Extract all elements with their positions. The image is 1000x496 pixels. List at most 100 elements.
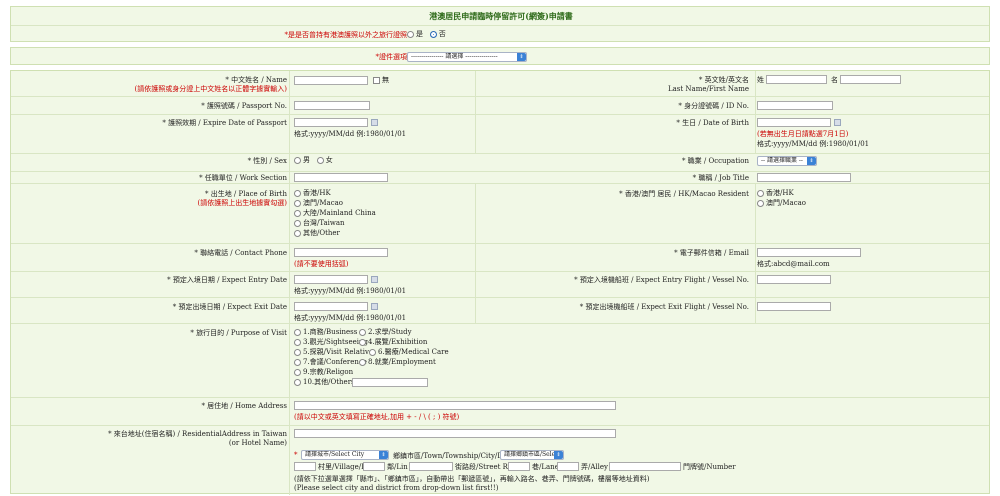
passport-no-radio[interactable] xyxy=(429,30,437,38)
dob-format: 格式:yyyy/MM/dd 例:1980/01/01 xyxy=(757,140,870,148)
entry-date-input[interactable] xyxy=(294,275,368,284)
lane-input[interactable] xyxy=(508,462,530,471)
purpose-option[interactable]: 3.觀光/Sightseeing xyxy=(294,338,368,347)
name-cn-input[interactable] xyxy=(294,76,368,85)
page-title: 港澳居民申請臨時停留許可(網簽)申請書 xyxy=(429,11,573,21)
purpose-option[interactable]: 6.醫療/Medical Care xyxy=(369,348,449,357)
category-panel: *證件選項 ---------------- 請選擇 -------------… xyxy=(10,47,990,65)
home-address-input[interactable] xyxy=(294,401,616,410)
entry-date-label: * 預定入境日期 / Expect Entry Date xyxy=(167,276,287,284)
given-name-input[interactable] xyxy=(840,75,901,84)
chevron-down-icon: ⇕ xyxy=(379,451,388,459)
calendar-icon[interactable] xyxy=(371,303,378,310)
address-note: (請依下拉選單選擇「縣市」、「鄉鎮市區」，自動帶出「郵遞區號」，再輸入路名、巷弄… xyxy=(294,475,650,483)
lin-label: 鄰/Lin xyxy=(387,463,408,471)
dob-input[interactable] xyxy=(757,118,831,127)
purpose-option[interactable]: 2.求學/Study xyxy=(359,328,412,337)
alley-label: 弄/Alley xyxy=(581,463,608,471)
home-address-label: * 居住地 / Home Address xyxy=(201,402,287,410)
purpose-label: * 旅行目的 / Purpose of Visit xyxy=(190,329,287,337)
pob-note: (請依護照上出生地據實勾選) xyxy=(197,199,287,207)
work-section-input[interactable] xyxy=(294,173,388,182)
surname-input[interactable] xyxy=(766,75,827,84)
purpose-option[interactable]: 9.宗教/Religon xyxy=(294,368,353,377)
job-title-input[interactable] xyxy=(757,173,851,182)
passport-exp-format: 格式:yyyy/MM/dd 例:1980/01/01 xyxy=(294,130,407,138)
street-input[interactable] xyxy=(409,462,453,471)
calendar-icon[interactable] xyxy=(371,119,378,126)
none-checkbox-box[interactable] xyxy=(373,76,380,84)
resident-option[interactable]: 澳門/Macao xyxy=(757,199,806,208)
purpose-option[interactable]: 4.展覽/Exhibition xyxy=(359,338,427,347)
name-cn-label: * 中文姓名 / Name xyxy=(225,76,287,84)
village-label: 村里/Village/Li xyxy=(318,463,369,471)
address-note-en: (Please select city and district from dr… xyxy=(294,484,499,492)
resident-option[interactable]: 香港/HK xyxy=(757,189,794,198)
purpose-option[interactable]: 1.商務/Business xyxy=(294,328,357,337)
passport-yes-radio[interactable] xyxy=(407,30,414,38)
purpose-option[interactable]: 5.探親/Visit Relative xyxy=(294,348,373,357)
main-form-panel: * 中文姓名 / Name (請依護照或身分證上中文姓名以正體字據實輸入) 無 … xyxy=(10,70,990,495)
calendar-icon[interactable] xyxy=(371,276,378,283)
district-select[interactable]: 請擇鄉鎮市區/Select ⇕ xyxy=(500,450,564,460)
exit-date-format: 格式:yyyy/MM/dd 例:1980/01/01 xyxy=(294,314,407,322)
village-input[interactable] xyxy=(294,462,316,471)
entry-date-format: 格式:yyyy/MM/dd 例:1980/01/01 xyxy=(294,287,407,295)
category-label: *證件選項 xyxy=(375,53,408,61)
tw-address-label: * 來台地址(住宿名稱) / ResidentialAddress in Tai… xyxy=(108,430,287,438)
city-select[interactable]: 請擇城市/Select City ⇕ xyxy=(301,450,389,460)
email-label: * 電子郵件信箱 / Email xyxy=(674,249,749,257)
sex-options: 男 女 xyxy=(294,156,333,164)
category-select[interactable]: ---------------- 請選擇 ---------------- ⇕ xyxy=(407,52,527,62)
dob-label: * 生日 / Date of Birth xyxy=(676,119,749,127)
alley-input[interactable] xyxy=(557,462,579,471)
form-header-panel: 港澳居民申請臨時停留許可(網簽)申請書 *是是否曾持有港澳護照以外之旅行證照 是… xyxy=(10,6,990,42)
number-input[interactable] xyxy=(609,462,681,471)
chevron-down-icon: ⇕ xyxy=(807,157,816,165)
surname-label: 姓 xyxy=(757,76,764,84)
pob-option[interactable]: 其他/Other xyxy=(294,229,340,238)
phone-input[interactable] xyxy=(294,248,388,257)
pob-option[interactable]: 澳門/Macao xyxy=(294,199,343,208)
purpose-other-input[interactable] xyxy=(352,378,428,387)
pob-option[interactable]: 台灣/Taiwan xyxy=(294,219,345,228)
purpose-option[interactable]: 8.就業/Employment xyxy=(359,358,436,367)
sex-male-radio[interactable] xyxy=(294,156,301,164)
entry-flight-input[interactable] xyxy=(757,275,831,284)
job-title-label: * 職稱 / Job Title xyxy=(692,174,749,182)
passport-no-label: * 護照號碼 / Passport No. xyxy=(201,102,287,110)
exit-date-input[interactable] xyxy=(294,302,368,311)
lin-input[interactable] xyxy=(363,462,385,471)
phone-note: (請不要使用括弧) xyxy=(294,260,349,268)
email-input[interactable] xyxy=(757,248,861,257)
name-en-label: * 英文姓/英文名 xyxy=(698,76,749,84)
exit-flight-input[interactable] xyxy=(757,302,831,311)
tw-address-input[interactable] xyxy=(294,429,616,438)
given-name-label: 名 xyxy=(831,76,838,84)
purpose-option[interactable]: 10.其他/Others xyxy=(294,378,355,387)
passport-exp-input[interactable] xyxy=(294,118,368,127)
phone-label: * 聯絡電話 / Contact Phone xyxy=(194,249,287,257)
home-address-note: (請以中文或英文填寫正確地址,加用 + - / \ ( ; ) 符號) xyxy=(294,413,460,421)
purpose-option[interactable]: 7.會議/Conference xyxy=(294,358,367,367)
exit-date-label: * 預定出境日期 / Expect Exit Date xyxy=(172,303,287,311)
pob-option[interactable]: 大陸/Mainland China xyxy=(294,209,376,218)
exit-flight-label: * 預定出境機船班 / Expect Exit Flight / Vessel … xyxy=(579,303,749,311)
calendar-icon[interactable] xyxy=(834,119,841,126)
passport-no-input[interactable] xyxy=(294,101,370,110)
sex-female-radio[interactable] xyxy=(316,156,324,164)
occupation-label: * 職業 / Occupation xyxy=(681,157,749,165)
dob-note: (若無出生月日請點選7月1日) xyxy=(757,130,849,138)
id-no-label: * 身分證號碼 / ID No. xyxy=(678,102,749,110)
name-none-checkbox[interactable]: 無 xyxy=(373,76,389,84)
entry-flight-label: * 預定入境機船班 / Expect Entry Flight / Vessel… xyxy=(574,276,749,284)
tw-address-sublabel: (or Hotel Name) xyxy=(228,439,287,447)
sex-label: * 性別 / Sex xyxy=(247,157,287,165)
passport-exp-label: * 護照效期 / Expire Date of Passport xyxy=(162,119,287,127)
occupation-select[interactable]: -- 請選擇職業 -- ⇕ xyxy=(757,156,817,166)
pob-option[interactable]: 香港/HK xyxy=(294,189,331,198)
email-format: 格式:abcd@mail.com xyxy=(757,260,830,268)
pob-label: * 出生地 / Place of Birth xyxy=(204,190,287,198)
id-no-input[interactable] xyxy=(757,101,833,110)
resident-label: * 香港/澳門 居民 / HK/Macao Resident xyxy=(619,190,749,198)
